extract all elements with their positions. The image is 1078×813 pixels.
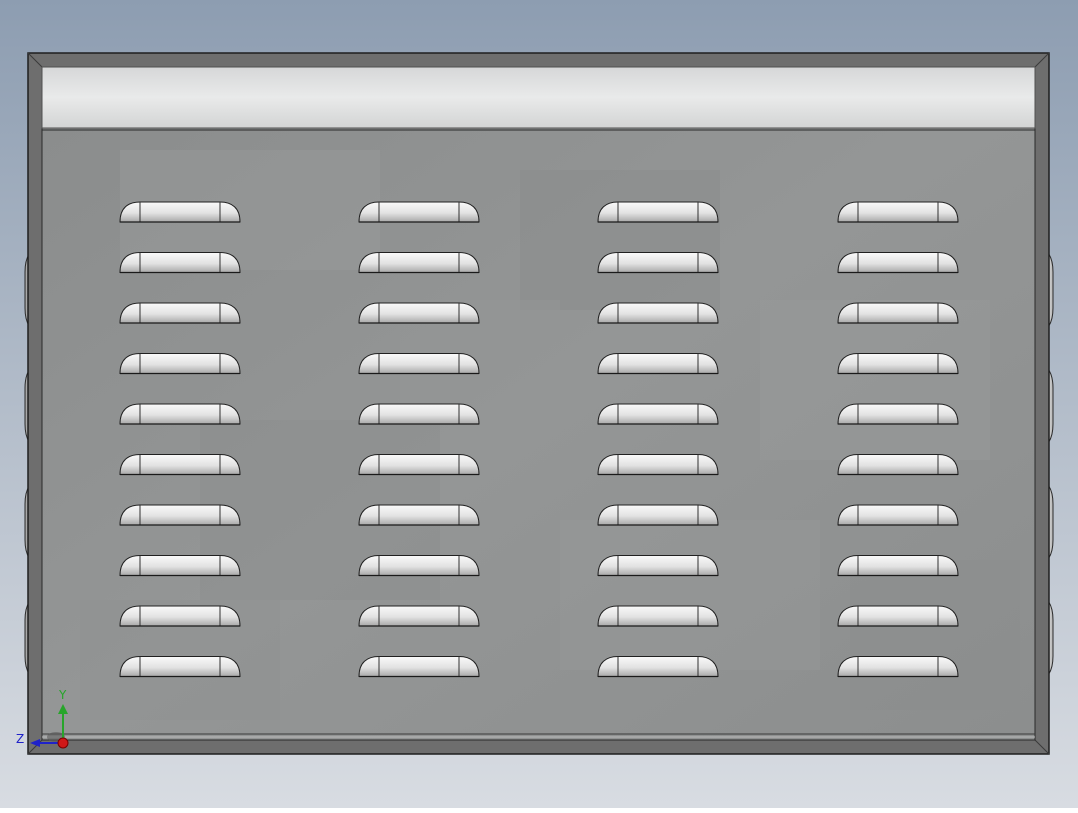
louver: [119, 656, 241, 678]
louver-body: [837, 656, 959, 677]
louver: [597, 252, 719, 274]
louver: [358, 555, 480, 577]
louver-body: [837, 454, 959, 475]
louver-body: [358, 403, 480, 425]
louver: [358, 656, 480, 678]
louver: [119, 302, 241, 324]
louver-body: [597, 252, 719, 273]
louver: [597, 454, 719, 476]
louver-body: [597, 504, 719, 526]
louver-body: [597, 302, 719, 324]
louver: [358, 252, 480, 274]
louver: [119, 201, 241, 223]
louver: [597, 504, 719, 526]
louver: [837, 555, 959, 577]
louver-body: [837, 201, 959, 223]
triad-z-label: Z: [16, 732, 25, 746]
louver: [358, 504, 480, 526]
louver-body: [597, 403, 719, 425]
louver-body: [119, 403, 241, 425]
louver: [837, 605, 959, 627]
louver: [837, 504, 959, 526]
louver-body: [597, 201, 719, 223]
louver-body: [119, 353, 241, 374]
top-strip: [41, 66, 1036, 129]
louver-body: [597, 353, 719, 374]
triad-y-label: Y: [59, 688, 67, 702]
louver-body: [837, 353, 959, 374]
louver-body: [358, 454, 480, 475]
louver-body: [358, 605, 480, 627]
louver: [358, 403, 480, 425]
louver-body: [837, 302, 959, 324]
louver: [358, 605, 480, 627]
louver-body: [837, 403, 959, 425]
louver: [358, 454, 480, 476]
louver: [358, 201, 480, 223]
louver-body: [597, 656, 719, 677]
louver: [119, 403, 241, 425]
louver-body: [358, 504, 480, 526]
louver: [597, 656, 719, 678]
cad-scene[interactable]: [0, 0, 1078, 808]
louver-body: [837, 252, 959, 273]
louver-body: [358, 656, 480, 677]
louver: [358, 302, 480, 324]
louver-body: [597, 605, 719, 627]
louver: [837, 302, 959, 324]
louver-body: [119, 454, 241, 475]
plate-texture: [850, 560, 1020, 710]
louver: [119, 504, 241, 526]
louver-body: [837, 605, 959, 627]
louver: [597, 555, 719, 577]
louver: [358, 353, 480, 375]
louver: [837, 353, 959, 375]
louver: [119, 252, 241, 274]
louver: [837, 252, 959, 274]
louver: [837, 656, 959, 678]
louver-body: [358, 302, 480, 324]
louver-body: [119, 302, 241, 324]
louver-body: [358, 555, 480, 576]
louver-body: [119, 555, 241, 576]
plate-texture: [760, 300, 990, 460]
louver: [597, 605, 719, 627]
triad-x-axis-dot: [57, 737, 69, 749]
louver: [597, 201, 719, 223]
louver: [119, 605, 241, 627]
louver: [837, 201, 959, 223]
louvered-panel[interactable]: [24, 52, 1054, 755]
plate-texture: [560, 520, 820, 670]
louver-body: [837, 555, 959, 576]
louver-body: [119, 201, 241, 223]
louver-body: [119, 252, 241, 273]
louver-body: [119, 605, 241, 627]
louver-body: [837, 504, 959, 526]
louver: [119, 353, 241, 375]
louver-body: [358, 201, 480, 223]
louver-body: [119, 656, 241, 677]
louver: [597, 353, 719, 375]
louver: [837, 454, 959, 476]
louver-body: [597, 555, 719, 576]
graphics-viewport[interactable]: Y Z: [0, 0, 1078, 808]
louver-body: [597, 454, 719, 475]
louver: [597, 403, 719, 425]
louver-body: [358, 353, 480, 374]
louver: [597, 302, 719, 324]
louver: [119, 555, 241, 577]
louver: [837, 403, 959, 425]
plate-texture: [520, 170, 720, 310]
louver: [119, 454, 241, 476]
louver-body: [358, 252, 480, 273]
louver-body: [119, 504, 241, 526]
